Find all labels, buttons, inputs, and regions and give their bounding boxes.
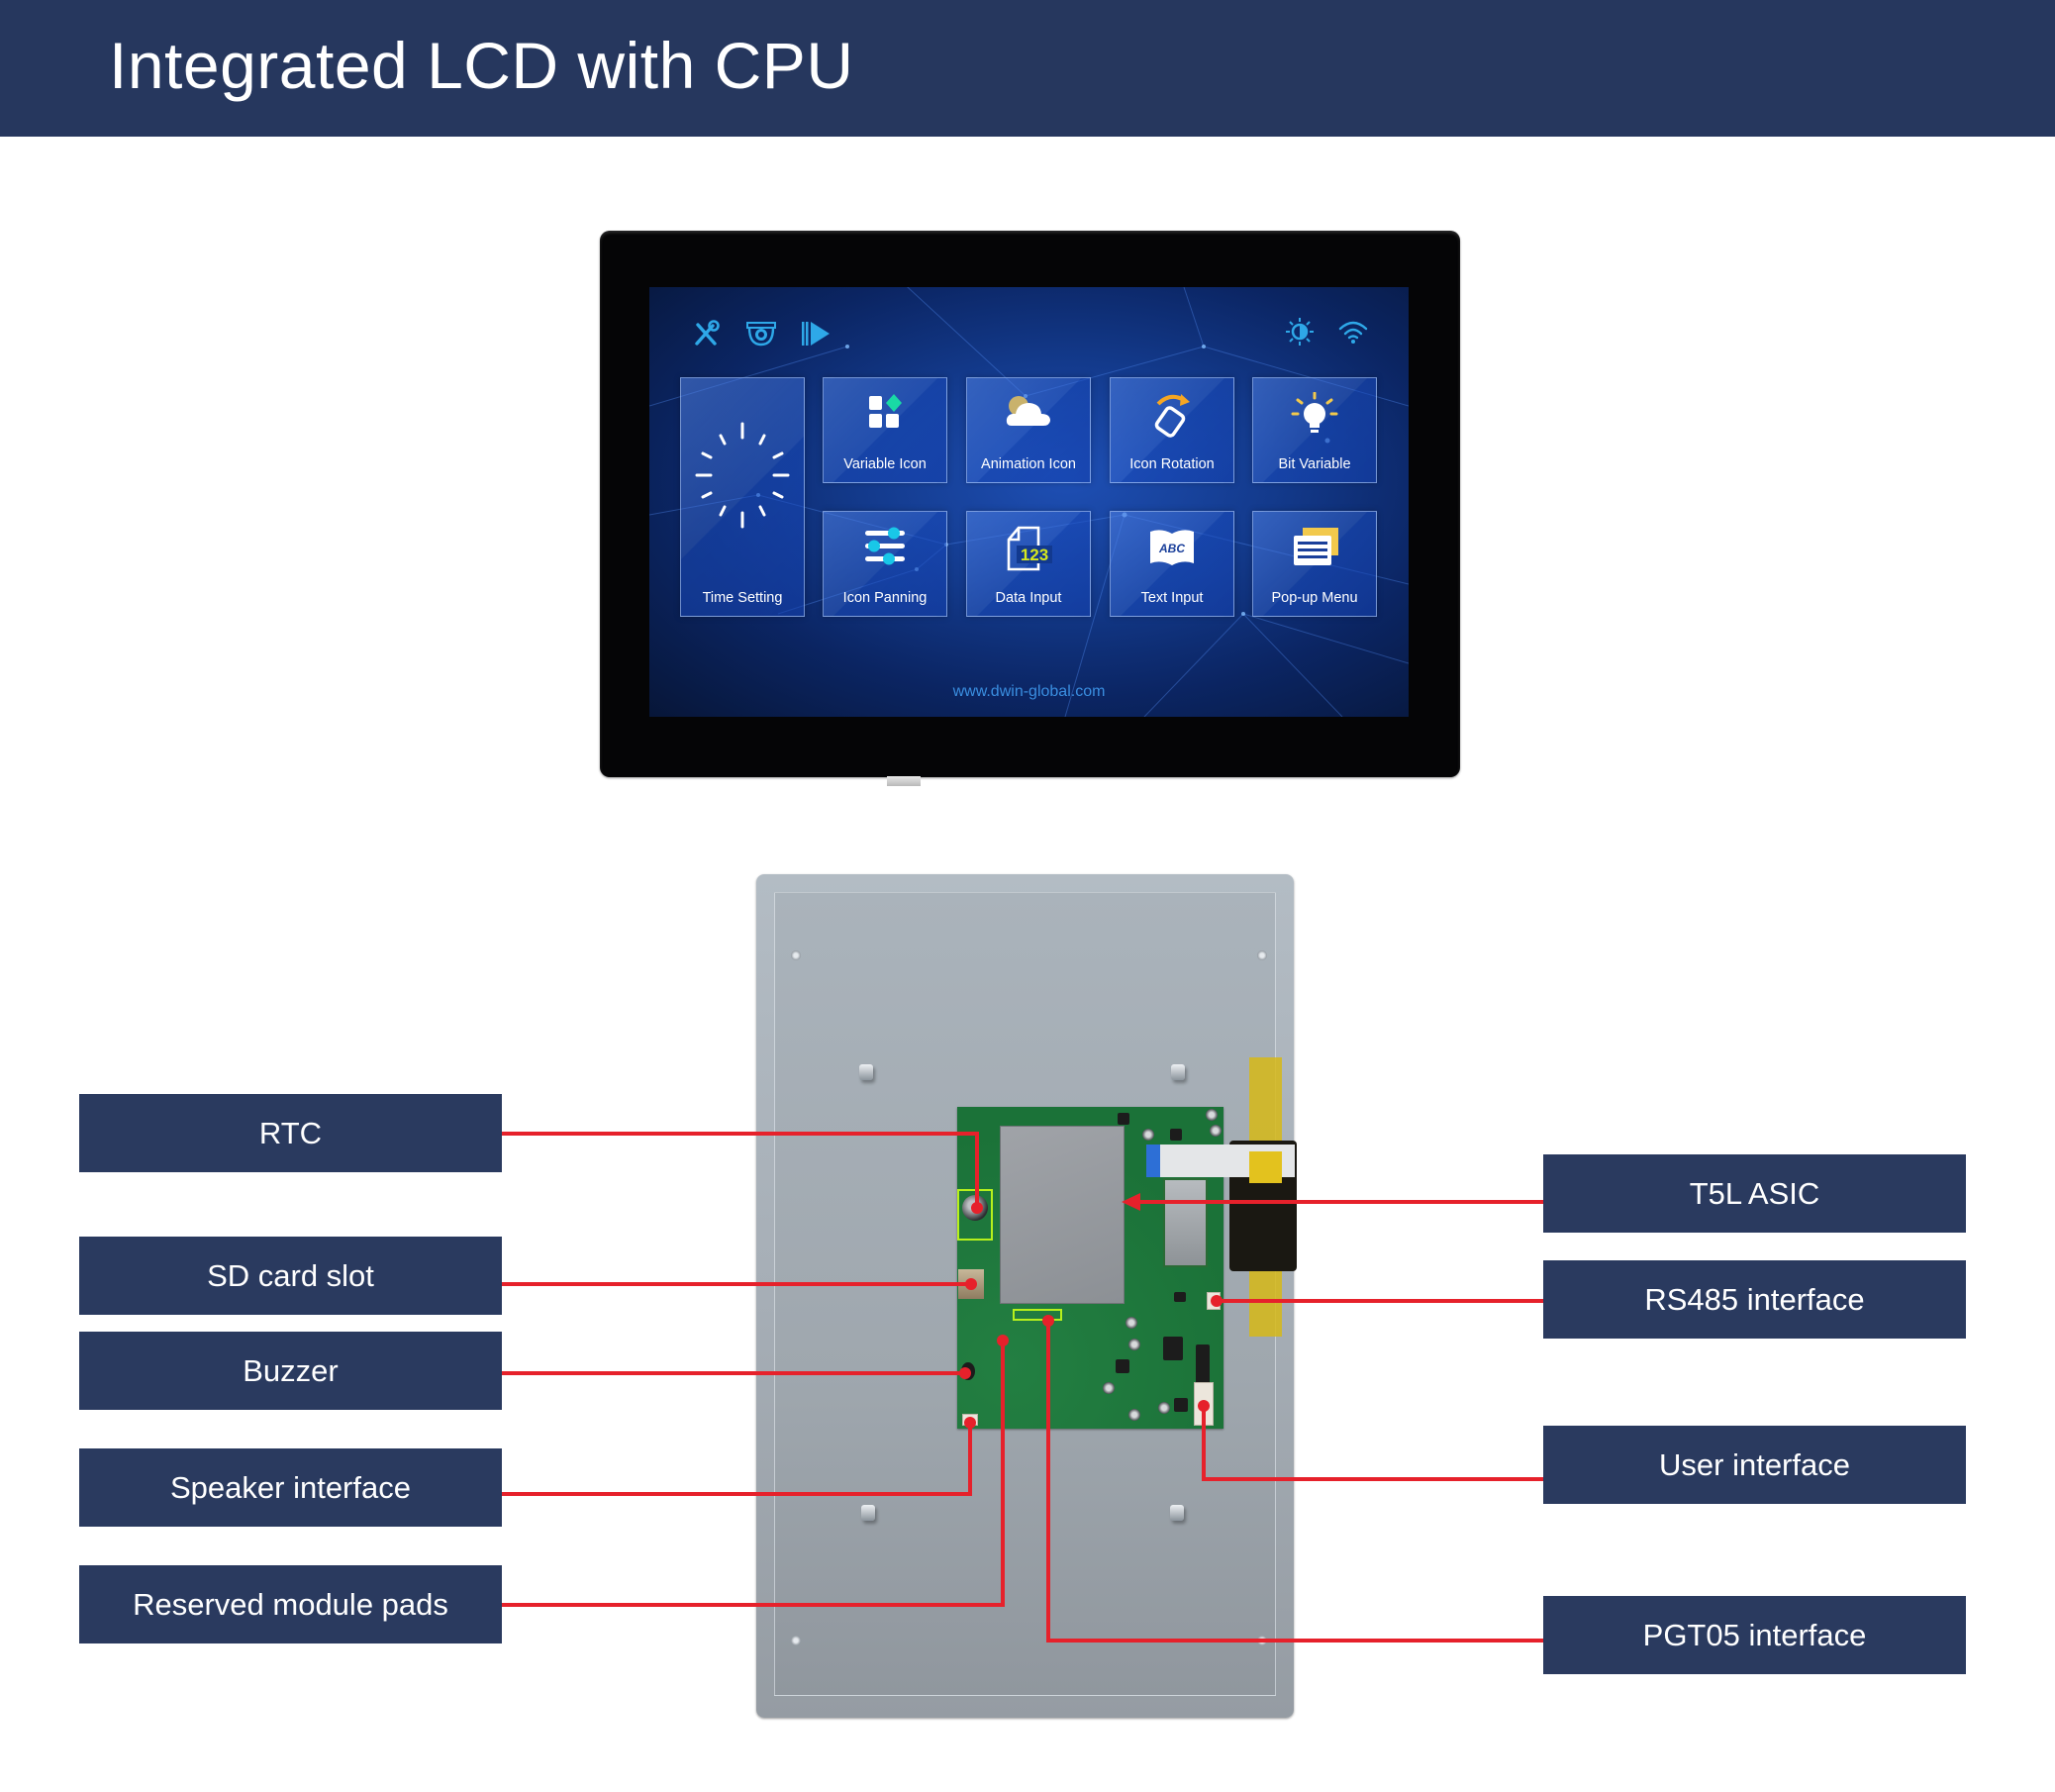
reserved-callout-line [502, 1341, 1005, 1607]
label-rtc: RTC [79, 1094, 502, 1172]
speaker-callout-line [502, 1423, 972, 1496]
label-rs485-interface: RS485 interface [1543, 1260, 1966, 1339]
label-user-interface: User interface [1543, 1426, 1966, 1504]
label-buzzer: Buzzer [79, 1332, 502, 1410]
reserved-dot [997, 1335, 1009, 1346]
user-dot [1198, 1400, 1210, 1412]
user-callout-line [1202, 1406, 1543, 1481]
pgt05-dot [1042, 1315, 1054, 1327]
label-pgt05-interface: PGT05 interface [1543, 1596, 1966, 1674]
label-reserved-module-pads: Reserved module pads [79, 1565, 502, 1643]
buzzer-dot [959, 1367, 971, 1379]
rtc-callout-line [502, 1132, 979, 1208]
t5l-arrowhead [1122, 1193, 1140, 1211]
label-t5l-asic: T5L ASIC [1543, 1154, 1966, 1233]
label-speaker-interface: Speaker interface [79, 1448, 502, 1527]
sd-dot [965, 1278, 977, 1290]
speaker-dot [964, 1417, 976, 1429]
rtc-dot [971, 1202, 983, 1214]
label-sd-card-slot: SD card slot [79, 1237, 502, 1315]
rs485-dot [1211, 1295, 1223, 1307]
